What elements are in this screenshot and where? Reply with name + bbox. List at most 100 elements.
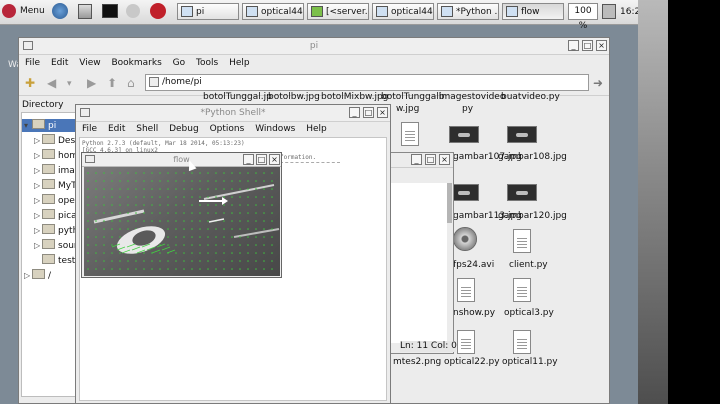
go-icon[interactable]: ➜ xyxy=(593,76,603,90)
file-name[interactable]: imagestovideo xyxy=(439,92,505,103)
document-icon[interactable] xyxy=(457,330,475,354)
app-icon[interactable] xyxy=(126,4,140,18)
menu-view[interactable]: View xyxy=(79,58,100,68)
file-name[interactable]: optical11.py xyxy=(502,357,558,368)
tree-item-root[interactable]: ▷ / xyxy=(24,269,51,282)
flow-point xyxy=(103,220,105,222)
flow-point xyxy=(215,196,217,198)
file-manager-icon[interactable] xyxy=(78,4,92,19)
taskbar-button-pi[interactable]: pi xyxy=(177,3,239,20)
minimize-button[interactable]: _ xyxy=(243,154,254,165)
tree-item[interactable]: ▷imag xyxy=(34,164,76,177)
file-name[interactable]: botolTunggal.jp xyxy=(203,92,272,103)
menu-tools[interactable]: Tools xyxy=(196,58,218,68)
menu-file[interactable]: File xyxy=(82,124,97,134)
taskbar-button-server[interactable]: [<server.p... xyxy=(307,3,369,20)
file-name[interactable]: botolTunggalb xyxy=(381,92,444,103)
close-button[interactable]: × xyxy=(439,154,450,165)
document-icon[interactable] xyxy=(457,278,475,302)
back-icon[interactable]: ◀ xyxy=(47,76,56,90)
editor-text-area[interactable] xyxy=(391,183,447,343)
document-icon[interactable] xyxy=(401,122,419,146)
close-button[interactable]: × xyxy=(596,40,607,51)
taskbar-button-python-shell[interactable]: *Python ... xyxy=(437,3,499,20)
image-thumbnail[interactable] xyxy=(507,126,537,143)
close-button[interactable]: × xyxy=(269,154,280,165)
taskbar-button-flow[interactable]: flow xyxy=(502,3,564,20)
maximize-button[interactable]: □ xyxy=(582,40,593,51)
tree-item[interactable]: test xyxy=(34,254,75,267)
tree-item[interactable]: ▷sourc xyxy=(34,239,76,252)
file-name[interactable]: gambar108.jpg xyxy=(498,152,567,163)
python-shell-title: *Python Shell* xyxy=(200,108,266,118)
menu-bookmarks[interactable]: Bookmarks xyxy=(111,58,161,68)
document-icon[interactable] xyxy=(513,330,531,354)
minimize-button[interactable]: _ xyxy=(349,107,360,118)
image-thumbnail[interactable] xyxy=(507,184,537,201)
editor-scrollbar[interactable] xyxy=(447,183,452,223)
menu-button[interactable]: Menu xyxy=(2,3,45,20)
directory-tree: ▾pi ▷Desk ▷homo ▷imag ▷MyTe ▷openc ▷pica… xyxy=(21,112,77,397)
chevron-down-icon[interactable]: ▾ xyxy=(67,79,72,89)
tree-item[interactable]: ▷picam xyxy=(34,209,76,222)
flow-point xyxy=(215,204,217,206)
file-name[interactable]: botolMixbw.jpg xyxy=(321,92,388,103)
minimize-button[interactable]: _ xyxy=(411,154,422,165)
menu-go[interactable]: Go xyxy=(173,58,185,68)
terminal-icon[interactable] xyxy=(102,4,118,18)
maximize-button[interactable]: □ xyxy=(256,154,267,165)
tree-item[interactable]: ▷MyTe xyxy=(34,179,76,192)
file-name[interactable]: fps24.avi xyxy=(453,260,494,271)
file-name[interactable]: gambar120.jpg xyxy=(498,211,567,222)
file-name[interactable]: buatvideo.py xyxy=(501,92,560,103)
menu-edit[interactable]: Edit xyxy=(51,58,68,68)
tree-item[interactable]: ▷homo xyxy=(34,149,76,162)
file-name[interactable]: optical3.py xyxy=(504,308,554,319)
file-name[interactable]: nshow.py xyxy=(453,308,495,319)
menu-options[interactable]: Options xyxy=(210,124,245,134)
editor-titlebar[interactable]: _ □ × xyxy=(391,153,453,168)
file-manager-titlebar[interactable]: pi _ □ × xyxy=(19,38,609,55)
document-icon[interactable] xyxy=(513,278,531,302)
document-icon[interactable] xyxy=(513,229,531,253)
video-file-icon[interactable] xyxy=(453,227,477,251)
up-icon[interactable]: ⬆ xyxy=(107,76,117,90)
file-name[interactable]: mtes2.png xyxy=(393,357,441,368)
flow-point xyxy=(255,212,257,214)
menu-shell[interactable]: Shell xyxy=(136,124,158,134)
new-tab-icon[interactable]: ✚ xyxy=(25,76,35,90)
globe-icon[interactable] xyxy=(52,3,68,19)
flow-point xyxy=(207,228,209,230)
tree-item-pi[interactable]: ▾ pi xyxy=(24,119,56,132)
image-thumbnail[interactable] xyxy=(449,126,479,143)
monitor-icon[interactable] xyxy=(602,4,616,19)
maximize-button[interactable]: □ xyxy=(363,107,374,118)
file-name[interactable]: py xyxy=(462,104,473,115)
tree-item[interactable]: ▷pytho xyxy=(34,224,76,237)
minimize-button[interactable]: _ xyxy=(568,40,579,51)
taskbar-button-optical44-2[interactable]: optical44... xyxy=(372,3,434,20)
file-name[interactable]: botolbw.jpg xyxy=(268,92,320,103)
menu-help[interactable]: Help xyxy=(306,124,327,134)
close-button[interactable]: × xyxy=(377,107,388,118)
address-bar[interactable]: /home/pi xyxy=(145,74,589,91)
tree-item[interactable]: ▷Desk xyxy=(34,134,76,147)
menu-edit[interactable]: Edit xyxy=(108,124,125,134)
python-shell-titlebar[interactable]: *Python Shell* _ □ × xyxy=(76,105,390,122)
flow-point xyxy=(175,204,177,206)
file-name[interactable]: w.jpg xyxy=(396,104,419,115)
maximize-button[interactable]: □ xyxy=(425,154,436,165)
taskbar-button-optical44[interactable]: optical44... xyxy=(242,3,304,20)
menu-windows[interactable]: Windows xyxy=(255,124,295,134)
menu-debug[interactable]: Debug xyxy=(169,124,199,134)
menu-help[interactable]: Help xyxy=(229,58,250,68)
file-name[interactable]: client.py xyxy=(509,260,548,271)
forward-icon[interactable]: ▶ xyxy=(87,76,96,90)
tree-item[interactable]: ▷openc xyxy=(34,194,76,207)
wolfram-icon[interactable] xyxy=(150,3,166,19)
flow-point xyxy=(95,172,97,174)
flow-titlebar[interactable]: flow _ □ × xyxy=(82,153,281,167)
home-icon[interactable]: ⌂ xyxy=(127,76,135,90)
menu-file[interactable]: File xyxy=(25,58,40,68)
file-name[interactable]: optical22.py xyxy=(444,357,500,368)
